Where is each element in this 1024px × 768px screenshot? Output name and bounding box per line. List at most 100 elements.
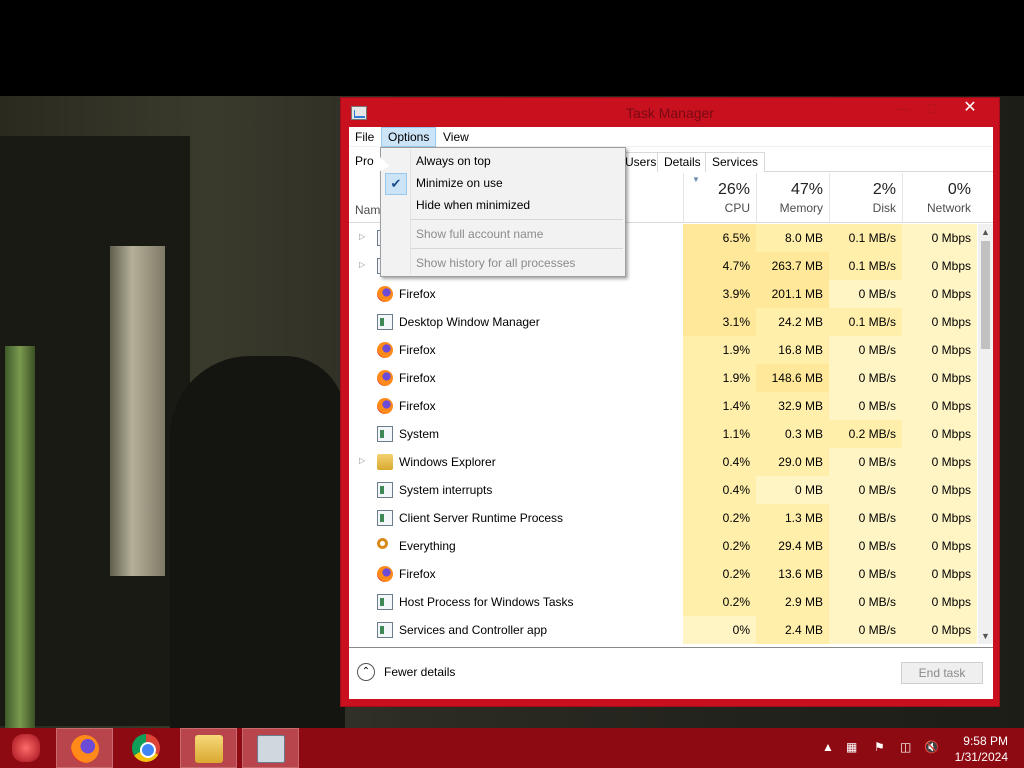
firefox-icon: [377, 566, 393, 582]
cpu-cell: 0.4%: [683, 476, 756, 504]
network-cell: 0 Mbps: [902, 308, 977, 336]
network-cell: 0 Mbps: [902, 364, 977, 392]
menu-item-minimize-on-use[interactable]: Minimize on use: [416, 172, 503, 194]
keyboard-icon[interactable]: ▦: [846, 740, 857, 754]
volume-muted-icon[interactable]: 🔇: [924, 740, 939, 754]
tab-services[interactable]: Services: [705, 152, 766, 172]
disk-cell: 0 MB/s: [829, 392, 902, 420]
disk-cell: 0.1 MB/s: [829, 224, 902, 252]
network-total: 0%: [947, 181, 971, 198]
cpu-cell: 4.7%: [683, 252, 756, 280]
process-name: Desktop Window Manager: [399, 315, 540, 329]
taskbar-firefox[interactable]: [56, 728, 113, 768]
memory-cell: 0.3 MB: [756, 420, 829, 448]
table-row[interactable]: System 1.1% 0.3 MB 0.2 MB/s 0 Mbps: [349, 420, 977, 448]
column-disk-header[interactable]: 2% Disk: [829, 173, 902, 223]
taskbar-task-manager[interactable]: [242, 728, 299, 768]
table-row[interactable]: Everything 0.2% 29.4 MB 0 MB/s 0 Mbps: [349, 532, 977, 560]
task-manager-icon: [257, 735, 285, 763]
title-bar[interactable]: Task Manager — □ ✕: [341, 98, 999, 126]
memory-cell: 1.3 MB: [756, 504, 829, 532]
process-name: Firefox: [399, 343, 436, 357]
clock-date: 1/31/2024: [954, 750, 1008, 764]
disk-total: 2%: [872, 181, 896, 198]
expand-arrow-icon[interactable]: ▷: [359, 260, 365, 269]
end-task-button[interactable]: End task: [901, 662, 983, 684]
network-icon[interactable]: ◫: [900, 740, 911, 754]
scroll-up-icon[interactable]: ▲: [978, 224, 993, 240]
expand-arrow-icon[interactable]: ▷: [359, 232, 365, 241]
column-memory-header[interactable]: 47% Memory: [756, 173, 829, 223]
network-label: Network: [926, 201, 971, 215]
process-name: Firefox: [399, 287, 436, 301]
menu-item-hide-when-minimized[interactable]: Hide when minimized: [416, 194, 530, 216]
disk-label: Disk: [872, 201, 896, 215]
chevron-up-icon: ⌃: [357, 663, 375, 681]
taskbar-chrome[interactable]: [118, 728, 175, 768]
fewer-details-button[interactable]: ⌃ Fewer details: [357, 663, 455, 681]
column-cpu-header[interactable]: ▼ 26% CPU: [683, 173, 756, 223]
network-cell: 0 Mbps: [902, 504, 977, 532]
menu-options[interactable]: Options: [381, 127, 437, 147]
vertical-scrollbar[interactable]: ▲ ▼: [978, 224, 993, 644]
maximize-button[interactable]: □: [917, 98, 947, 120]
column-network-header[interactable]: 0% Network: [902, 173, 977, 223]
table-row[interactable]: Firefox 1.4% 32.9 MB 0 MB/s 0 Mbps: [349, 392, 977, 420]
table-row[interactable]: System interrupts 0.4% 0 MB 0 MB/s 0 Mbps: [349, 476, 977, 504]
clock[interactable]: 9:58 PM 1/31/2024: [955, 733, 1008, 765]
table-row[interactable]: Client Server Runtime Process 0.2% 1.3 MB 0…: [349, 504, 977, 532]
process-name: System: [399, 427, 440, 441]
table-row[interactable]: Desktop Window Manager 3.1% 24.2 MB 0.1 MB/…: [349, 308, 977, 336]
expand-arrow-icon[interactable]: ▷: [359, 456, 365, 465]
memory-cell: 29.4 MB: [756, 532, 829, 560]
start-button[interactable]: [4, 728, 48, 768]
disk-cell: 0.2 MB/s: [829, 420, 902, 448]
network-cell: 0 Mbps: [902, 588, 977, 616]
sort-indicator-icon: ▼: [692, 175, 700, 184]
table-row[interactable]: ▷ Windows Explorer 0.4% 29.0 MB 0 MB/s 0 Mbps: [349, 448, 977, 476]
app-icon: [377, 594, 393, 610]
table-row[interactable]: Firefox 1.9% 148.6 MB 0 MB/s 0 Mbps: [349, 364, 977, 392]
menu-file[interactable]: File: [349, 127, 380, 147]
memory-cell: 8.0 MB: [756, 224, 829, 252]
app-icon: [377, 482, 393, 498]
network-cell: 0 Mbps: [902, 616, 977, 644]
column-name-header[interactable]: Nam: [355, 203, 380, 217]
scroll-down-icon[interactable]: ▼: [978, 628, 993, 644]
show-hidden-icons-icon[interactable]: ▲: [822, 740, 834, 754]
process-name: Firefox: [399, 567, 436, 581]
menu-item-show-history[interactable]: Show history for all processes: [416, 252, 575, 274]
disk-cell: 0 MB/s: [829, 336, 902, 364]
close-button[interactable]: ✕: [947, 98, 993, 120]
app-icon: [377, 314, 393, 330]
menu-item-always-on-top[interactable]: Always on top: [416, 150, 491, 172]
menu-view[interactable]: View: [437, 127, 475, 147]
disk-cell: 0 MB/s: [829, 504, 902, 532]
network-cell: 0 Mbps: [902, 532, 977, 560]
table-row[interactable]: Firefox 1.9% 16.8 MB 0 MB/s 0 Mbps: [349, 336, 977, 364]
taskbar-file-explorer[interactable]: [180, 728, 237, 768]
menu-item-show-full-account-name[interactable]: Show full account name: [416, 223, 543, 245]
memory-total: 47%: [790, 181, 823, 198]
memory-cell: 13.6 MB: [756, 560, 829, 588]
network-cell: 0 Mbps: [902, 560, 977, 588]
memory-cell: 0 MB: [756, 476, 829, 504]
table-row[interactable]: Firefox 0.2% 13.6 MB 0 MB/s 0 Mbps: [349, 560, 977, 588]
network-cell: 0 Mbps: [902, 336, 977, 364]
taskbar: ▲ ▦ ⚑ ◫ 🔇 9:58 PM 1/31/2024: [0, 728, 1024, 768]
tab-details[interactable]: Details: [657, 152, 708, 172]
action-center-flag-icon[interactable]: ⚑: [874, 740, 885, 754]
network-cell: 0 Mbps: [902, 252, 977, 280]
table-row[interactable]: Firefox 3.9% 201.1 MB 0 MB/s 0 Mbps: [349, 280, 977, 308]
minimize-button[interactable]: —: [887, 98, 917, 120]
footer-bar: ⌃ Fewer details End task: [349, 647, 993, 699]
network-cell: 0 Mbps: [902, 476, 977, 504]
disk-cell: 0 MB/s: [829, 616, 902, 644]
cpu-cell: 1.9%: [683, 364, 756, 392]
table-row[interactable]: Services and Controller app 0% 2.4 MB 0 MB/…: [349, 616, 977, 644]
scroll-thumb[interactable]: [981, 241, 990, 349]
table-row[interactable]: Host Process for Windows Tasks 0.2% 2.9 MB…: [349, 588, 977, 616]
disk-cell: 0 MB/s: [829, 280, 902, 308]
disk-cell: 0 MB/s: [829, 532, 902, 560]
cpu-cell: 3.1%: [683, 308, 756, 336]
